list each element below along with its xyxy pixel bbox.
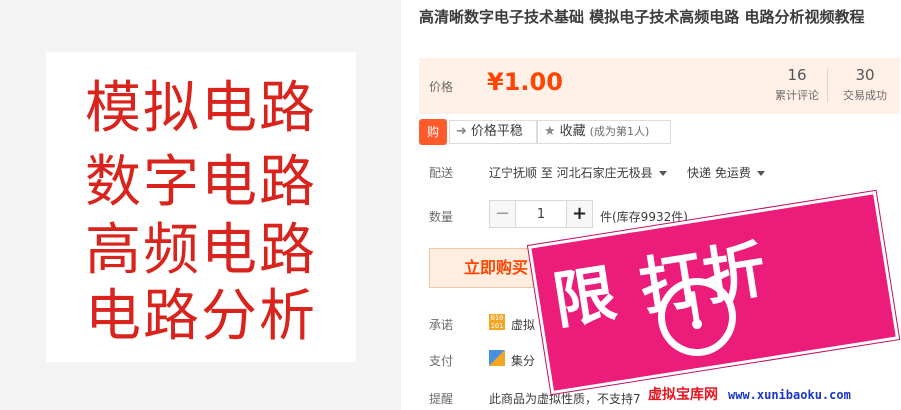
price-trend-button[interactable]: ➜ 价格平稳 xyxy=(449,120,537,144)
taobao-buy-icon[interactable]: 购 xyxy=(419,119,447,145)
quantity-input[interactable] xyxy=(516,201,566,227)
shipping-location-text: 辽宁抚顺 至 河北石家庄无极县 xyxy=(489,166,653,180)
virtual-goods-icon: 010 101 xyxy=(489,314,505,330)
trades-label: 交易成功 xyxy=(843,89,887,102)
product-main-image[interactable]: 模拟电路 数字电路 高频电路 电路分析 xyxy=(46,52,356,362)
price-label: 价格 xyxy=(429,80,454,94)
image-text-line: 电路分析 xyxy=(85,284,317,349)
shipping-method-select[interactable]: 快递 免运费 xyxy=(687,164,765,181)
price-trend-label: 价格平稳 xyxy=(470,124,523,139)
chevron-down-icon xyxy=(756,171,765,176)
points-pay-icon xyxy=(489,350,505,366)
trades-stat[interactable]: 30 交易成功 xyxy=(835,66,895,103)
product-gallery: 模拟电路 数字电路 高频电路 电路分析 xyxy=(0,0,401,410)
product-title: 高清晰数字电子技术基础 模拟电子技术高频电路 电路分析视频教程 xyxy=(419,8,865,26)
watermark-name: 虚拟宝库网 xyxy=(648,387,718,403)
shipping-method-text: 快递 免运费 xyxy=(687,166,751,180)
favorite-note: (成为第1人) xyxy=(589,125,650,138)
reviews-label: 累计评论 xyxy=(775,89,819,102)
promise-label: 承诺 xyxy=(429,318,454,332)
shipping-row: 配送 辽宁抚顺 至 河北石家庄无极县 快递 免运费 xyxy=(419,160,900,182)
price-box: 价格 ¥1.00 16 累计评论 30 交易成功 xyxy=(419,58,900,114)
quantity-decrease-button[interactable]: − xyxy=(490,201,516,227)
favorite-button[interactable]: ★ 收藏 (成为第1人) xyxy=(537,120,671,144)
limited-discount-banner[interactable]: 限 打折 虚拟宝库网 www.xunibaoku.com xyxy=(528,190,901,410)
quantity-stepper: − + xyxy=(489,200,593,228)
arrow-right-icon: ➜ xyxy=(456,124,467,139)
stat-divider xyxy=(827,68,828,102)
quantity-label: 数量 xyxy=(429,210,454,224)
image-text-line: 模拟电路 xyxy=(85,76,317,141)
quantity-increase-button[interactable]: + xyxy=(566,201,592,227)
shipping-label: 配送 xyxy=(429,166,454,180)
image-text-line: 高频电路 xyxy=(85,218,317,283)
reminder-label: 提醒 xyxy=(429,392,454,406)
site-watermark: 虚拟宝库网 www.xunibaoku.com xyxy=(648,384,851,404)
shipping-location-select[interactable]: 辽宁抚顺 至 河北石家庄无极县 xyxy=(489,164,667,181)
price-value: ¥1.00 xyxy=(487,68,563,96)
chevron-down-icon xyxy=(658,171,667,176)
image-text-line: 数字电路 xyxy=(85,150,317,215)
trades-count: 30 xyxy=(855,66,875,84)
star-icon: ★ xyxy=(544,124,556,139)
favorite-label: 收藏 xyxy=(559,124,586,139)
payment-label: 支付 xyxy=(429,354,454,368)
watermark-url: www.xunibaoku.com xyxy=(728,388,851,402)
reviews-count: 16 xyxy=(787,66,807,84)
reviews-stat[interactable]: 16 累计评论 xyxy=(767,66,827,103)
